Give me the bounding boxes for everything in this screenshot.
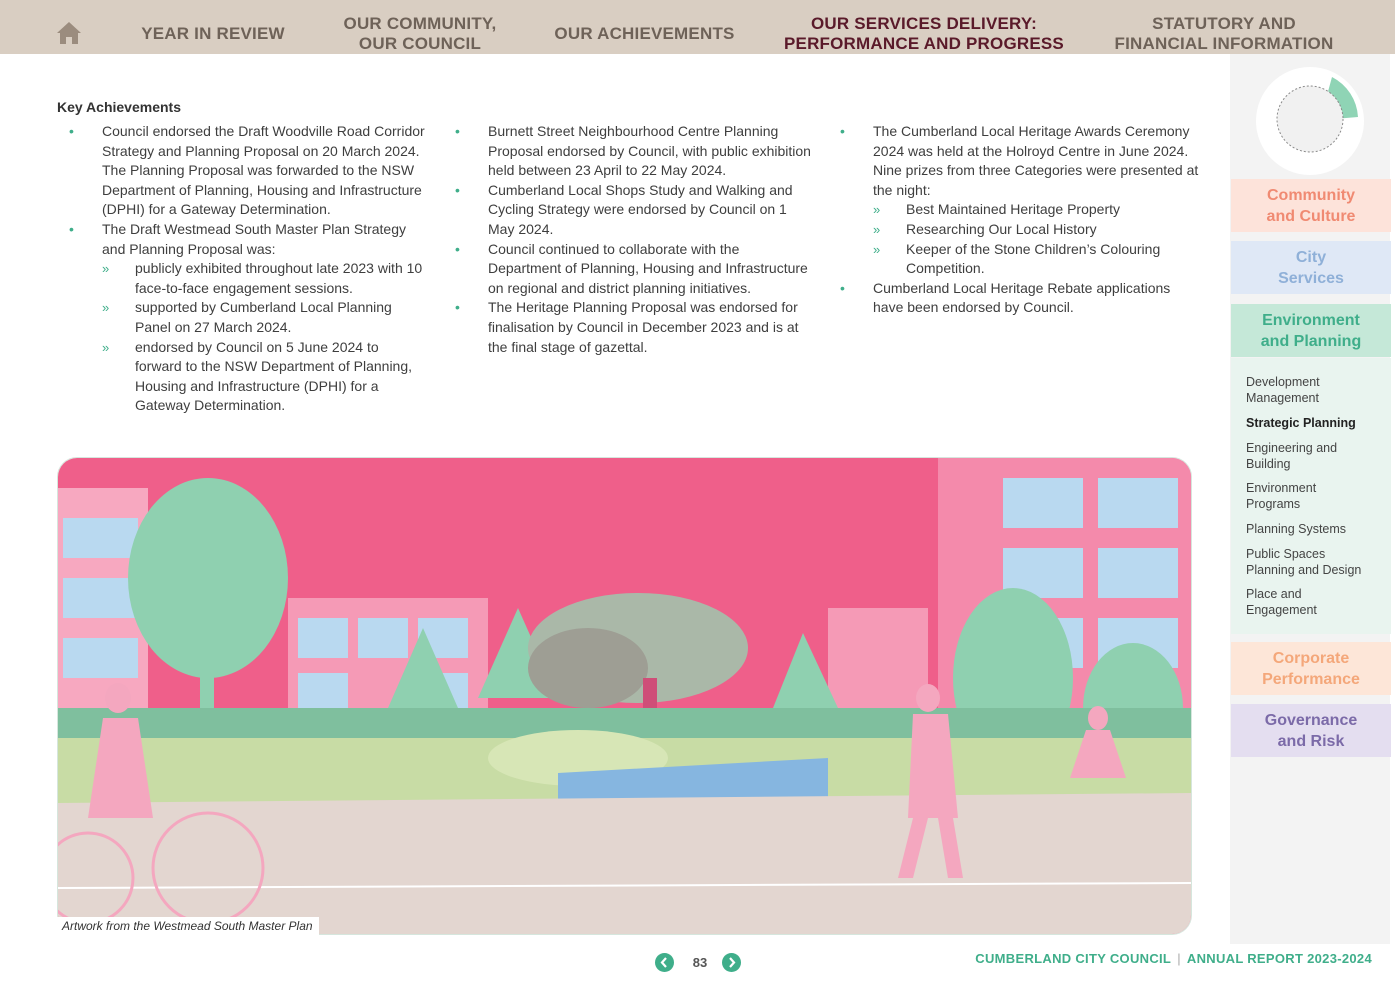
- nav-label: OUR COUNCIL: [358, 34, 482, 53]
- sidebar-item-label: Programs: [1246, 496, 1301, 511]
- prev-page-button[interactable]: [655, 953, 674, 972]
- sidebar-section-label: Services: [1278, 270, 1344, 287]
- sidebar-section-label: Governance: [1264, 712, 1358, 729]
- sidebar-section-label: and Planning: [1260, 333, 1362, 350]
- sidebar-item-development-management[interactable]: Development Management: [1246, 375, 1320, 406]
- sidebar-item-label: Engineering and: [1246, 441, 1338, 455]
- sidebar-item-place-engagement[interactable]: Place and Engagement: [1246, 587, 1317, 618]
- home-icon[interactable]: [55, 20, 83, 46]
- list-item: Cumberland Local Heritage Rebate applica…: [828, 279, 1200, 318]
- sub-list-item: publicly exhibited throughout late 2023 …: [57, 259, 429, 298]
- sub-list-item: endorsed by Council on 5 June 2024 to fo…: [57, 338, 429, 416]
- chevron-right-icon: [729, 957, 736, 968]
- sidebar-section-community[interactable]: Community and Culture: [1231, 179, 1391, 232]
- footer-org: CUMBERLAND CITY COUNCIL: [975, 951, 1172, 966]
- nav-statutory-financial[interactable]: STATUTORY AND FINANCIAL INFORMATION: [1108, 14, 1340, 54]
- nav-label: PERFORMANCE AND PROGRESS: [784, 34, 1064, 53]
- list-item: The Cumberland Local Heritage Awards Cer…: [828, 122, 1200, 200]
- sidebar-section-environment[interactable]: Environment and Planning: [1231, 304, 1391, 357]
- content-column-3: The Cumberland Local Heritage Awards Cer…: [828, 122, 1200, 318]
- sidebar-item-label: Place and: [1246, 587, 1302, 601]
- footer-title: CUMBERLAND CITY COUNCIL | ANNUAL REPORT 20…: [975, 951, 1372, 966]
- nav-label: FINANCIAL INFORMATION: [1114, 34, 1334, 53]
- nav-our-achievements[interactable]: OUR ACHIEVEMENTS: [552, 24, 737, 44]
- list-item: Cumberland Local Shops Study and Walking…: [443, 181, 815, 240]
- page-pager: 83: [655, 953, 745, 973]
- sidebar-item-planning-systems[interactable]: Planning Systems: [1246, 522, 1346, 538]
- artwork-caption: Artwork from the Westmead South Master P…: [57, 917, 319, 935]
- nav-label: OUR SERVICES DELIVERY:: [810, 14, 1038, 33]
- nav-label: OUR ACHIEVEMENTS: [554, 24, 735, 43]
- sub-list-item: Best Maintained Heritage Property: [828, 200, 1200, 220]
- list-item: Council continued to collaborate with th…: [443, 240, 815, 299]
- sidebar-item-label: Development: [1246, 375, 1320, 389]
- sidebar-section-label: and Risk: [1277, 733, 1345, 750]
- nav-our-community[interactable]: OUR COMMUNITY, OUR COUNCIL: [330, 14, 510, 54]
- nav-our-services-delivery[interactable]: OUR SERVICES DELIVERY: PERFORMANCE AND P…: [778, 14, 1070, 54]
- content-column-1: Council endorsed the Draft Woodville Roa…: [57, 122, 429, 416]
- sidebar-section-label: Performance: [1262, 671, 1360, 688]
- next-page-button[interactable]: [722, 953, 741, 972]
- sidebar-item-label: Planning Systems: [1246, 522, 1347, 536]
- westmead-artwork-image: [57, 457, 1192, 935]
- sidebar-item-public-spaces[interactable]: Public Spaces Planning and Design: [1246, 547, 1361, 578]
- sidebar-item-label: Building: [1246, 456, 1291, 471]
- section-progress-donut-icon: [1256, 67, 1364, 175]
- sidebar-section-label: City: [1295, 249, 1327, 266]
- sidebar-item-label: Engagement: [1246, 602, 1317, 617]
- sub-list-item: Researching Our Local History: [828, 220, 1200, 240]
- footer-report: ANNUAL REPORT 2023-2024: [1186, 951, 1372, 966]
- nav-label: OUR COMMUNITY,: [343, 14, 497, 33]
- nav-year-in-review[interactable]: YEAR IN REVIEW: [140, 24, 286, 44]
- top-navigation: YEAR IN REVIEW OUR COMMUNITY, OUR COUNCI…: [0, 0, 1395, 54]
- sidebar-item-label: Environment: [1246, 481, 1317, 495]
- sidebar-section-city[interactable]: City Services: [1231, 241, 1391, 294]
- sidebar-item-strategic-planning[interactable]: Strategic Planning: [1246, 416, 1356, 432]
- sidebar-section-label: Community: [1267, 187, 1355, 204]
- sidebar-item-label: Public Spaces: [1246, 547, 1326, 561]
- page-number: 83: [692, 955, 708, 970]
- nav-label: YEAR IN REVIEW: [141, 24, 285, 43]
- sidebar-section-label: and Culture: [1266, 208, 1356, 225]
- list-item: Council endorsed the Draft Woodville Roa…: [57, 122, 429, 220]
- list-item: The Heritage Planning Proposal was endor…: [443, 298, 815, 357]
- sidebar-item-engineering-building[interactable]: Engineering and Building: [1246, 441, 1337, 472]
- sidebar-section-governance[interactable]: Governance and Risk: [1231, 704, 1391, 757]
- section-heading: Key Achievements: [57, 99, 181, 115]
- footer-separator: |: [1177, 951, 1181, 966]
- sub-list-item: supported by Cumberland Local Planning P…: [57, 298, 429, 337]
- chevron-left-icon: [660, 957, 667, 968]
- sidebar-item-environment-programs[interactable]: Environment Programs: [1246, 481, 1316, 512]
- list-item: The Draft Westmead South Master Plan Str…: [57, 220, 429, 259]
- sidebar-section-corporate[interactable]: Corporate Performance: [1231, 642, 1391, 695]
- sidebar-section-label: Corporate: [1272, 650, 1350, 667]
- content-column-2: Burnett Street Neighbourhood Centre Plan…: [443, 122, 815, 357]
- sidebar-item-label: Management: [1246, 390, 1319, 405]
- list-item: Burnett Street Neighbourhood Centre Plan…: [443, 122, 815, 181]
- sidebar-section-label: Environment: [1262, 312, 1360, 329]
- sub-list-item: Keeper of the Stone Children’s Colouring…: [828, 240, 1200, 279]
- sidebar-item-label: Planning and Design: [1246, 562, 1362, 577]
- sidebar-item-label: Strategic Planning: [1246, 416, 1356, 430]
- nav-label: STATUTORY AND: [1152, 14, 1296, 33]
